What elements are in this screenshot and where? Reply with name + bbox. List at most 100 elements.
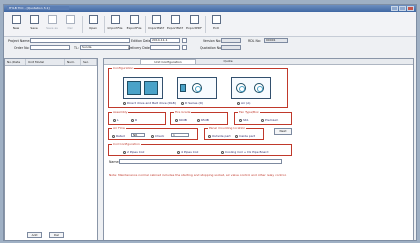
unit-list-header: No./Date Unit Model Num. Sel. <box>5 59 97 66</box>
group-title: Panel mounting location <box>208 126 247 130</box>
edition-date-field[interactable]: 2014-11-1 <box>150 38 180 43</box>
save-as-icon <box>47 15 57 24</box>
assembly-group: Assembly L R <box>108 110 166 125</box>
unit-type-group: Configuration Direct drive and Belt driv… <box>108 67 288 108</box>
group-title: Assembly <box>112 110 129 114</box>
airflow-select[interactable]: NR <box>131 133 145 137</box>
coil-2-pipes-radio[interactable]: 2 Pipes Coil <box>123 150 144 154</box>
unit-type-a-radio[interactable]: Air (A) <box>237 101 250 105</box>
fan-type-std-radio[interactable]: Std. <box>239 118 249 122</box>
radio-icon <box>221 150 224 154</box>
import-file-button[interactable]: ImportFile <box>107 15 123 34</box>
add-unit-button[interactable]: Add <box>27 232 42 238</box>
application-window: HYLB TCC - [Quotation 3.1] New Save Save… <box>3 4 417 241</box>
radio-icon <box>131 118 134 122</box>
assembly-r-radio[interactable]: R <box>131 118 137 122</box>
window-controls <box>391 6 414 11</box>
unit-box-shape <box>127 81 141 95</box>
radio-icon <box>177 150 180 154</box>
note-text: Note: Maintenance normal cabinet include… <box>109 173 287 177</box>
radio-icon <box>181 101 184 105</box>
unit-d-series-image[interactable] <box>177 77 217 99</box>
save-button[interactable]: Save <box>26 15 42 34</box>
export-mat-icon <box>170 15 180 24</box>
toolbar: New Save Save as Del Open ImportFile Exp… <box>4 12 416 37</box>
panel-mounting-group: Panel mounting location Outside part Ins… <box>204 126 264 140</box>
airflow-check-radio[interactable]: Check <box>151 134 164 138</box>
project-header: Project Name: Order No: TL: Sunda Editio… <box>4 37 416 55</box>
close-button[interactable] <box>407 6 414 11</box>
radio-icon <box>151 134 154 138</box>
radio-icon <box>208 134 211 138</box>
fan-speed-select[interactable]: 1 <box>171 133 189 137</box>
group-title: Fan Type/Box <box>238 110 260 114</box>
minimize-button[interactable] <box>391 6 398 11</box>
panel-outside-radio[interactable]: Outside part <box>208 134 231 138</box>
tl-label: TL: <box>74 46 79 50</box>
calendar-icon[interactable] <box>182 45 187 50</box>
import-file-icon <box>110 15 120 24</box>
name-field[interactable] <box>119 159 282 164</box>
coil-configuration-group: Coil Configuration 2 Pipes Coil 4 Pipes … <box>108 143 292 156</box>
config-panel: Unit Configuration Quote Configuration D… <box>103 58 414 240</box>
column-header[interactable]: No./Date <box>5 59 26 65</box>
column-header[interactable]: Num. <box>65 59 81 65</box>
airflow-rated-radio[interactable]: Rated <box>112 134 125 138</box>
fan-icon <box>236 83 246 93</box>
fan-icon <box>254 83 264 93</box>
radio-icon <box>123 150 126 154</box>
order-no-field[interactable] <box>30 45 70 50</box>
toolbar-separator <box>205 16 206 33</box>
exit-button[interactable]: Exit <box>208 15 224 34</box>
radio-icon <box>235 134 238 138</box>
save-as-button[interactable]: Save as <box>44 15 60 34</box>
delete-button[interactable]: Del <box>62 15 78 34</box>
delivery-date-field[interactable] <box>150 45 180 50</box>
unit-box-shape <box>144 81 158 95</box>
unit-type-dlb-radio[interactable]: Direct drive and Belt drive (DLB) <box>123 101 176 105</box>
fire-grade-65db-radio[interactable]: 65dB <box>197 118 209 122</box>
toolbar-separator <box>104 16 105 33</box>
title-bar: HYLB TCC - [Quotation 3.1] <box>4 5 416 12</box>
column-header[interactable]: Sel. <box>81 59 97 65</box>
tab-quote[interactable]: Quote <box>200 59 256 64</box>
next-button[interactable]: Next <box>274 128 292 135</box>
unit-type-d-radio[interactable]: D Series (D) <box>181 101 203 105</box>
assembly-l-radio[interactable]: L <box>113 118 119 122</box>
open-button[interactable]: Open <box>85 15 101 34</box>
unit-dlb-image[interactable] <box>123 77 163 99</box>
fan-type-premium-radio[interactable]: Premium <box>261 118 278 122</box>
radio-icon <box>261 118 264 122</box>
fire-grade-60db-radio[interactable]: 60dB <box>175 118 187 122</box>
delete-unit-button[interactable]: Del <box>49 232 64 238</box>
unit-air-image[interactable] <box>231 77 271 99</box>
quotation-field <box>221 45 241 50</box>
group-title: Air Flow <box>112 126 126 130</box>
coil-cooling-dx-radio[interactable]: Cooling Coil + Dx Pipe Board <box>221 150 268 154</box>
radio-icon <box>112 134 115 138</box>
quotation-label: Quotation No: <box>200 46 223 50</box>
export-pdf-button[interactable]: ExportPDF <box>186 15 202 34</box>
export-file-button[interactable]: ExportFile <box>126 15 142 34</box>
tl-field[interactable]: Sunda <box>80 45 130 50</box>
calendar-icon[interactable] <box>182 38 187 43</box>
rdl-label: RDL No: <box>248 39 261 43</box>
project-name-field[interactable] <box>30 38 130 43</box>
new-button[interactable]: New <box>8 15 24 34</box>
panel-inside-radio[interactable]: Inside part <box>235 134 255 138</box>
tab-strip: Unit Configuration Quote <box>104 59 413 65</box>
unit-box-shape <box>180 84 186 92</box>
import-mat-button[interactable]: ImportMAT <box>148 15 164 34</box>
maximize-button[interactable] <box>399 6 406 11</box>
window-title: HYLB TCC - [Quotation 3.1] <box>7 6 69 10</box>
tab-unit-configuration[interactable]: Unit Configuration <box>140 59 196 64</box>
coil-4-pipes-radio[interactable]: 4 Pipes Coil <box>177 150 198 154</box>
radio-icon <box>239 118 242 122</box>
export-pdf-icon <box>189 15 199 24</box>
column-header[interactable]: Unit Model <box>26 59 65 65</box>
radio-icon <box>113 118 116 122</box>
export-mat-button[interactable]: ExportMAT <box>167 15 183 34</box>
import-mat-icon <box>151 15 161 24</box>
fire-grade-group: Fire Grade 60dB 65dB <box>170 111 228 125</box>
toolbar-separator <box>82 16 83 33</box>
